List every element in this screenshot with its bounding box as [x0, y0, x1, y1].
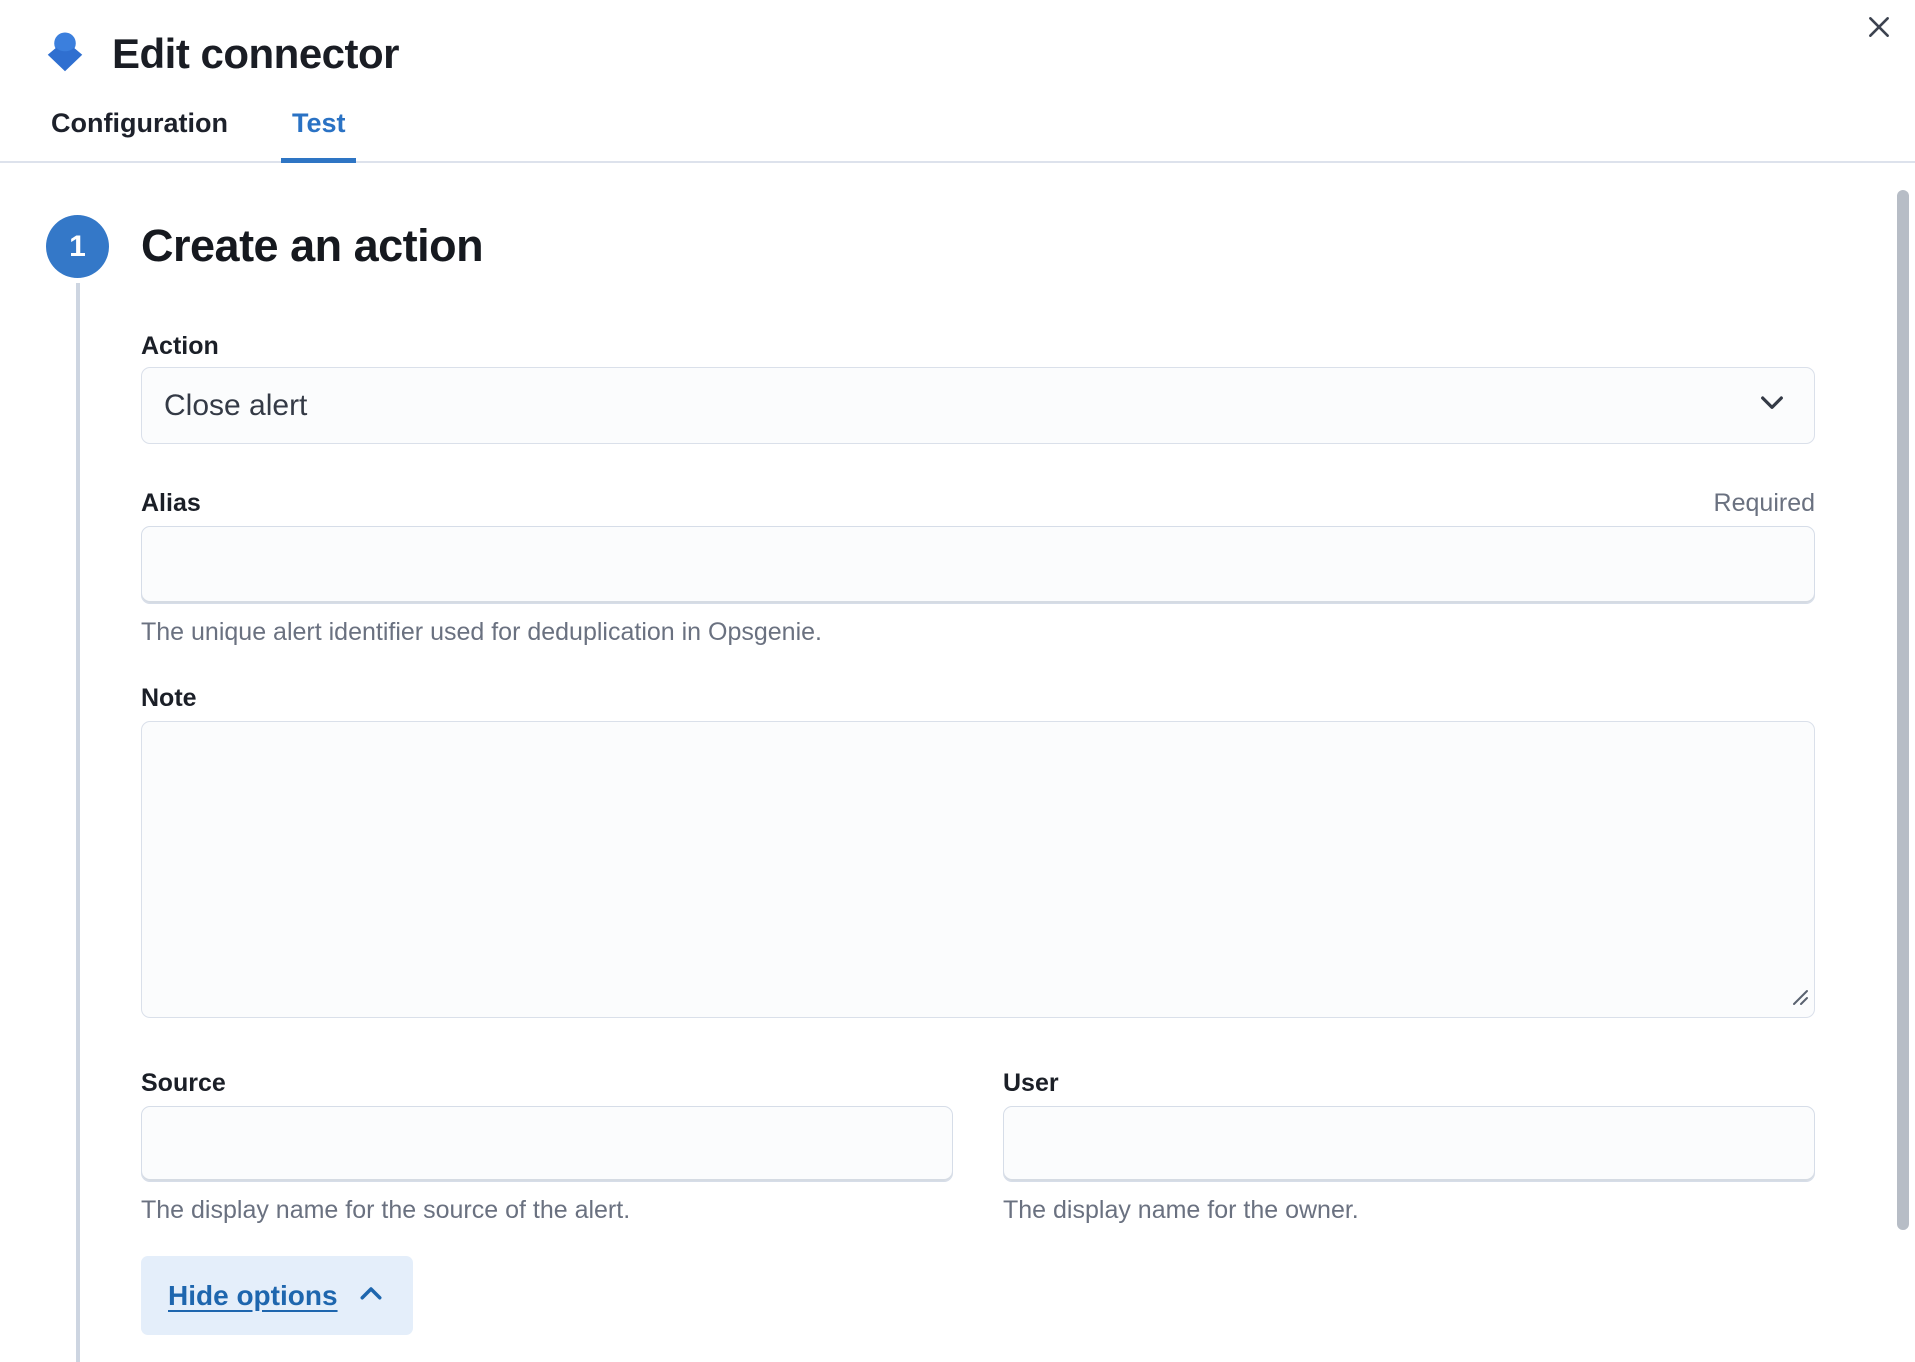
alias-input[interactable]: [141, 526, 1815, 604]
alias-label: Alias: [141, 486, 201, 520]
step-section: 1 Create an action Action Close alert: [46, 215, 1915, 1362]
step-rail: 1: [46, 215, 109, 1362]
chevron-up-icon: [356, 1279, 386, 1312]
action-label: Action: [141, 329, 1815, 363]
step-content: Create an action Action Close alert Alia…: [141, 215, 1915, 1362]
flyout-header: Edit connector: [0, 0, 1915, 78]
action-select[interactable]: Close alert: [141, 367, 1815, 444]
user-help-text: The display name for the owner.: [1003, 1194, 1815, 1226]
note-field-group: Note: [141, 681, 1815, 1018]
alias-field-group: Alias Required The unique alert identifi…: [141, 486, 1815, 648]
note-textarea[interactable]: [141, 721, 1815, 1018]
note-textarea-wrap: [141, 721, 1815, 1018]
user-input[interactable]: [1003, 1106, 1815, 1182]
edit-connector-flyout: Edit connector Configuration Test 1 Crea…: [0, 0, 1915, 1362]
tab-configuration[interactable]: Configuration: [40, 104, 239, 161]
page-title: Edit connector: [112, 30, 399, 78]
source-field-group: Source The display name for the source o…: [141, 1066, 953, 1226]
vertical-scrollbar[interactable]: [1897, 190, 1909, 1230]
source-label: Source: [141, 1066, 953, 1100]
step-title: Create an action: [141, 215, 1815, 277]
note-label: Note: [141, 681, 1815, 715]
step-connector-line: [76, 283, 80, 1362]
tab-bar: Configuration Test: [0, 104, 1915, 163]
source-input[interactable]: [141, 1106, 953, 1182]
action-field-group: Action Close alert: [141, 329, 1815, 444]
opsgenie-icon: [42, 31, 88, 77]
required-badge: Required: [1714, 489, 1815, 518]
chevron-down-icon: [1756, 386, 1788, 426]
hide-options-label: Hide options: [168, 1280, 338, 1312]
close-icon: [1866, 14, 1892, 43]
step-number-badge: 1: [46, 215, 109, 278]
user-field-group: User The display name for the owner.: [1003, 1066, 1815, 1226]
tab-test[interactable]: Test: [281, 104, 357, 161]
user-label: User: [1003, 1066, 1815, 1100]
alias-help-text: The unique alert identifier used for ded…: [141, 616, 1815, 648]
action-selected-value: Close alert: [164, 389, 307, 423]
source-help-text: The display name for the source of the a…: [141, 1194, 953, 1226]
resize-handle-icon[interactable]: [1788, 985, 1810, 1012]
source-user-row: Source The display name for the source o…: [141, 1066, 1815, 1226]
alias-label-row: Alias Required: [141, 486, 1815, 520]
hide-options-button[interactable]: Hide options: [141, 1256, 413, 1335]
close-button[interactable]: [1857, 6, 1901, 50]
